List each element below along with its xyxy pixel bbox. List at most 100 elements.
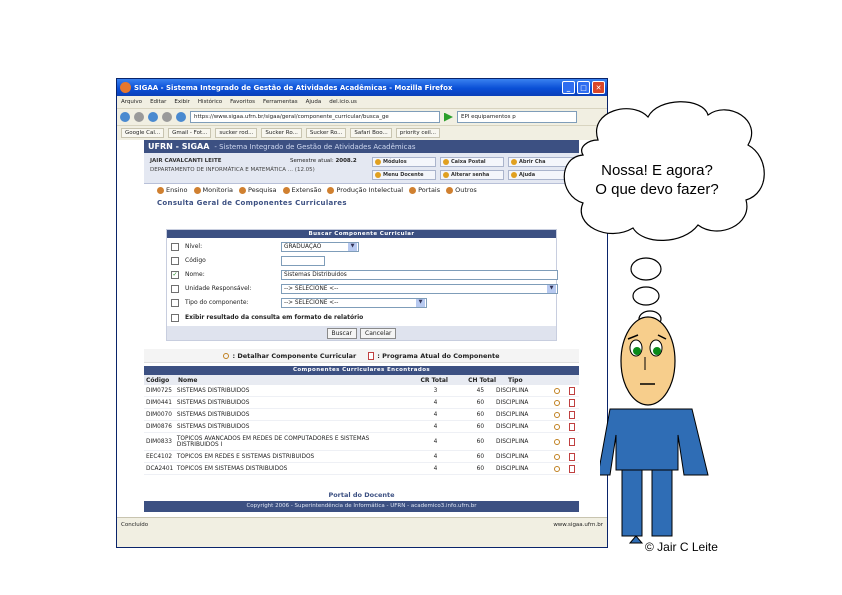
detail-button[interactable] [550,387,564,394]
change-password-label: Alterar senha [451,172,490,178]
left-pupil [633,347,641,355]
tipo-select[interactable]: --> SELECIONE <-- ▼ [281,297,427,308]
detail-button[interactable] [550,411,564,418]
buscar-button[interactable]: Buscar [326,327,357,339]
sigaa-brand: UFRN - SIGAA [148,142,210,151]
forward-icon[interactable] [134,112,144,122]
menu-editar[interactable]: Editar [150,99,166,105]
menu-bar: Arquivo Editar Exibir Histórico Favorito… [117,96,607,108]
unidade-checkbox[interactable] [171,284,179,293]
detail-button[interactable] [550,453,564,460]
nome-checkbox[interactable]: ✓ [171,270,179,279]
menu-exibir[interactable]: Exibir [174,99,190,105]
teacher-menu-button[interactable]: Menu Docente [372,170,436,180]
unidade-select[interactable]: --> SELECIONE <-- ▼ [281,283,558,294]
detail-button[interactable] [550,438,564,445]
tipo-value: --> SELECIONE <-- [284,299,339,306]
detail-button[interactable] [550,399,564,406]
cell-tipo: DISCIPLINA [496,399,529,406]
chevron-down-icon: ▼ [547,284,556,293]
cell-nome: SISTEMAS DISTRIBUIDOS [176,399,250,406]
right-pupil [653,347,661,355]
menu-portais[interactable]: Portais [409,186,440,194]
mailbox-button[interactable]: Caixa Postal [440,157,504,167]
codigo-input[interactable] [281,255,325,266]
cell-cr-total: 4 [433,399,438,406]
detail-button[interactable] [550,465,564,472]
bookmarks-toolbar: Google Cal... Gmail - Fot... sucker rod.… [117,125,607,139]
back-icon[interactable] [120,112,130,122]
reload-icon[interactable] [148,112,158,122]
nivel-checkbox[interactable] [171,242,179,251]
relatorio-row: Exibir resultado da consulta em formato … [171,312,363,323]
program-button[interactable] [565,437,579,446]
menu-ferramentas[interactable]: Ferramentas [263,99,298,105]
menu-pesquisa[interactable]: Pesquisa [239,186,277,194]
document-icon [568,464,575,473]
detail-button[interactable] [550,423,564,430]
menu-extensao[interactable]: Extensão [282,186,322,194]
unidade-label: Unidade Responsável: [185,285,252,292]
bookmark-item[interactable]: sucker rod... [215,127,258,138]
document-icon [568,398,575,407]
go-icon[interactable] [444,112,453,122]
menu-monitoria[interactable]: Monitoria [193,186,233,194]
menu-favoritos[interactable]: Favoritos [230,99,255,105]
bookmark-item[interactable]: Sucker Ro... [305,127,347,138]
menu-historico[interactable]: Histórico [198,99,222,105]
user-info-bar: JAIR CAVALCANTI LEITE DEPARTAMENTO DE IN… [144,153,579,184]
bookmark-item[interactable]: Sucker Ro... [261,127,302,138]
program-button[interactable] [565,452,579,461]
cell-ch-total: 60 [476,438,485,445]
cell-cr-total: 4 [433,423,438,430]
menu-ajuda[interactable]: Ajuda [306,99,322,105]
relatorio-checkbox[interactable] [171,313,179,322]
help-label: Ajuda [519,172,536,178]
bookmark-item[interactable]: Safari Boo... [350,127,392,138]
document-icon [568,410,575,419]
menu-producao[interactable]: Produção Intelectual [327,186,403,194]
cancelar-button[interactable]: Cancelar [360,327,397,339]
cell-cr-total: 3 [433,387,438,394]
menu-outros[interactable]: Outros [446,186,477,194]
bookmark-item[interactable]: Google Cal... [121,127,165,138]
tipo-checkbox[interactable] [171,298,179,307]
modules-button[interactable]: Módulos [372,157,436,167]
ensino-icon [157,186,164,194]
program-button[interactable] [565,386,579,395]
menu-ensino[interactable]: Ensino [157,186,188,194]
program-button[interactable] [565,398,579,407]
maximize-button[interactable]: □ [577,81,590,94]
help-icon [511,172,517,178]
bookmark-item[interactable]: Gmail - Fot... [168,127,212,138]
bookmark-item[interactable]: priority ceil... [395,127,441,138]
cell-nome: SISTEMAS DISTRIBUIDOS [176,411,250,418]
thought-bubble-large [630,257,662,281]
menu-extensao-label: Extensão [291,186,322,194]
user-department: DEPARTAMENTO DE INFORMÁTICA E MATEMÁTICA… [150,167,315,173]
tipo-label: Tipo do componente: [185,299,249,306]
portal-link[interactable]: Portal do Docente [144,491,579,499]
codigo-checkbox[interactable] [171,256,179,265]
cell-ch-total: 60 [476,423,485,430]
magnifier-icon [554,411,561,418]
close-button[interactable]: ✕ [592,81,605,94]
menu-arquivo[interactable]: Arquivo [121,99,142,105]
nivel-label: Nível: [185,243,203,250]
nome-input[interactable]: Sistemas Distribuidos [281,269,558,280]
change-password-button[interactable]: Alterar senha [440,170,504,180]
program-button[interactable] [565,422,579,431]
semester-value: 2008.2 [335,158,357,164]
col-nome: Nome [178,376,198,384]
thought-line-2: O que devo fazer? [595,181,719,198]
menu-delicious[interactable]: del.icio.us [329,99,357,105]
stop-icon[interactable] [162,112,172,122]
minimize-button[interactable]: _ [562,81,575,94]
home-icon[interactable] [176,112,186,122]
ticket-icon [511,159,517,165]
nivel-select[interactable]: GRADUAÇÃO ▼ [281,241,359,252]
program-button[interactable] [565,410,579,419]
pesquisa-icon [239,186,247,194]
address-bar[interactable]: https://www.sigaa.ufrn.br/sigaa/geral/co… [190,111,440,123]
program-button[interactable] [565,464,579,473]
